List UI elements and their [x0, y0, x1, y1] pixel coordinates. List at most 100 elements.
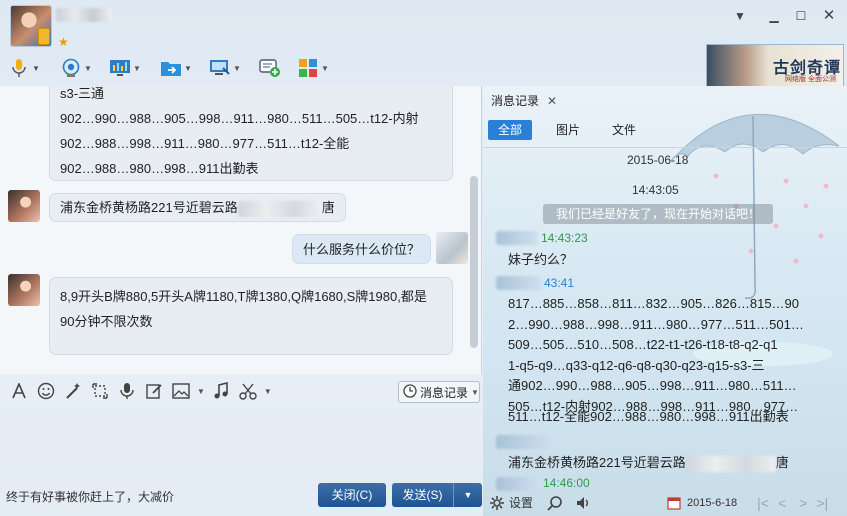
divider — [483, 147, 847, 148]
mobile-online-icon — [38, 28, 50, 45]
font-icon[interactable] — [8, 380, 30, 402]
chevron-down-icon[interactable]: ▼ — [133, 64, 141, 73]
message-history-button[interactable]: 消息记录 ▼ — [398, 381, 480, 403]
chat-scrollbar[interactable] — [470, 176, 478, 348]
history-panel: 消息记录 ✕ 全部 图片 文件 2015-06-18 14:43:05 我们已经… — [483, 86, 847, 516]
settings-label[interactable]: 设置 — [509, 494, 533, 511]
minimize-icon[interactable]: ▁ — [765, 8, 783, 24]
history-message-text: 浦东金桥黄杨路221号近碧云路 — [508, 455, 686, 470]
chevron-down-icon[interactable]: ▼ — [197, 387, 205, 396]
sender-name-blurred — [496, 434, 554, 449]
clock-icon — [403, 383, 417, 401]
chevron-down-icon: ▼ — [471, 387, 479, 397]
banner-subtitle: 网络版 全面公测 — [785, 76, 836, 83]
image-icon[interactable] — [170, 380, 192, 402]
chevron-down-icon[interactable]: ▼ — [184, 64, 192, 73]
prev-page-icon[interactable]: < — [778, 495, 786, 511]
add-message-icon — [259, 57, 281, 79]
screenshot-icon[interactable] — [89, 380, 111, 402]
history-tab[interactable]: 消息记录 ✕ — [491, 92, 557, 109]
maximize-icon[interactable]: ☐ — [792, 8, 810, 24]
message-time: 14:46:00 — [543, 476, 590, 490]
edit-icon[interactable] — [143, 380, 165, 402]
voice-icon[interactable] — [116, 380, 138, 402]
sender-avatar[interactable] — [8, 274, 40, 306]
history-line: 509…505…510…508…t22-t1-t26-t18-t8-q2-q1 — [508, 337, 778, 352]
chat-bubble: s3-三通 902…990…988…905…998…911…980…511…50… — [49, 86, 453, 181]
history-line: 1-q5-q9…q33-q12-q6-q8-q30-q23-q15-s3-三 — [508, 357, 765, 373]
history-message: 浦东金桥黄杨路221号近碧云路 唐 — [508, 453, 789, 474]
video-call-button[interactable]: ▼ — [60, 56, 92, 80]
message-input[interactable] — [0, 406, 482, 480]
first-page-icon[interactable]: |< — [757, 495, 769, 511]
speaker-icon[interactable] — [575, 495, 591, 511]
new-message-button[interactable] — [259, 56, 281, 80]
gear-icon[interactable] — [489, 495, 505, 511]
microphone-icon — [8, 57, 30, 79]
message-time: 14:43:05 — [632, 183, 679, 197]
history-tab-label: 消息记录 — [491, 94, 540, 108]
apps-button[interactable]: ▼ — [297, 56, 329, 80]
contact-avatar[interactable] — [10, 5, 52, 47]
send-button-label[interactable]: 发送(S) — [392, 483, 454, 507]
promo-tip-link[interactable]: 终于有好事被你赶上了，大减价 — [6, 488, 174, 505]
next-page-icon[interactable]: > — [799, 495, 807, 511]
sender-avatar[interactable] — [8, 190, 40, 222]
apps-grid-icon — [297, 57, 319, 79]
close-icon[interactable]: ✕ — [547, 94, 557, 108]
chevron-down-icon[interactable]: ▼ — [264, 387, 272, 396]
chevron-down-icon[interactable]: ▼ — [321, 64, 329, 73]
message-line: s3-三通 — [60, 86, 105, 101]
sender-name-blurred — [496, 275, 542, 290]
history-line: 817…885…858…811…832…905…826…815…90 — [508, 296, 800, 311]
history-date-picker[interactable]: 2015-6-18 — [687, 497, 737, 509]
music-icon[interactable] — [210, 380, 232, 402]
search-icon[interactable] — [547, 495, 563, 511]
filter-tab-images[interactable]: 图片 — [546, 120, 590, 140]
chevron-down-icon[interactable]: ▼ — [84, 64, 92, 73]
chat-message-area[interactable]: s3-三通 902…990…988…905…998…911…980…511…50… — [0, 86, 482, 374]
remote-assist-button[interactable]: ▼ — [209, 56, 241, 80]
calendar-icon[interactable] — [667, 496, 681, 510]
redacted-text — [685, 455, 776, 472]
chevron-down-icon[interactable]: ▼ — [731, 8, 749, 24]
game-ad-banner[interactable]: 古剑奇谭 网络版 全面公测 — [706, 44, 844, 90]
message-time: 14:43:23 — [541, 231, 588, 245]
send-file-button[interactable]: ▼ — [160, 56, 192, 80]
sender-name-blurred — [496, 476, 540, 491]
close-icon[interactable]: ✕ — [820, 8, 838, 24]
message-text: 唐 — [321, 200, 335, 215]
magic-icon[interactable] — [62, 380, 84, 402]
remote-desktop-icon — [209, 57, 231, 79]
screen-share-icon — [109, 57, 131, 79]
send-options-chevron-icon[interactable]: ▼ — [454, 483, 482, 507]
voice-call-button[interactable]: ▼ — [8, 56, 40, 80]
message-text: 浦东金桥黄杨路221号近碧云路 — [60, 200, 238, 215]
filter-tab-files[interactable]: 文件 — [602, 120, 646, 140]
screen-share-button[interactable]: ▼ — [109, 56, 141, 80]
filter-tab-all[interactable]: 全部 — [488, 120, 533, 140]
message-text: 什么服务什么价位？ — [303, 242, 421, 257]
chat-bubble-self: 什么服务什么价位？ — [292, 234, 432, 264]
chevron-down-icon[interactable]: ▼ — [32, 64, 40, 73]
history-button-label: 消息记录 — [420, 385, 469, 400]
history-footer: 设置 2015-6-18 |< < > >| — [483, 489, 847, 516]
scissors-icon[interactable] — [237, 380, 259, 402]
chevron-down-icon[interactable]: ▼ — [233, 64, 241, 73]
history-date: 2015-06-18 — [627, 153, 689, 167]
emoji-icon[interactable] — [35, 380, 57, 402]
send-button[interactable]: 发送(S) ▼ — [392, 483, 482, 507]
message-line: 90分钟不限次数 — [60, 314, 153, 329]
chat-bubble: 浦东金桥黄杨路221号近碧云路 唐 — [49, 193, 346, 222]
contact-name-blurred — [56, 8, 112, 22]
history-message-text: 唐 — [775, 455, 789, 470]
gold-star-icon: ★ — [58, 35, 69, 49]
last-page-icon[interactable]: >| — [816, 495, 828, 511]
self-avatar[interactable] — [436, 232, 468, 264]
message-line: 8,9开头B牌880,5开头A牌1180,T牌1380,Q牌1680,S牌198… — [60, 289, 427, 304]
message-time: 43:41 — [544, 276, 575, 290]
close-button[interactable]: 关闭(C) — [318, 483, 386, 507]
history-line: 2…990…988…998…911…980…977…511…501… — [508, 316, 804, 332]
message-line: 902…988…998…911…980…977…511…t12-全能 — [60, 136, 350, 151]
message-line: 902…988…980…998…911出勤表 — [60, 161, 259, 176]
